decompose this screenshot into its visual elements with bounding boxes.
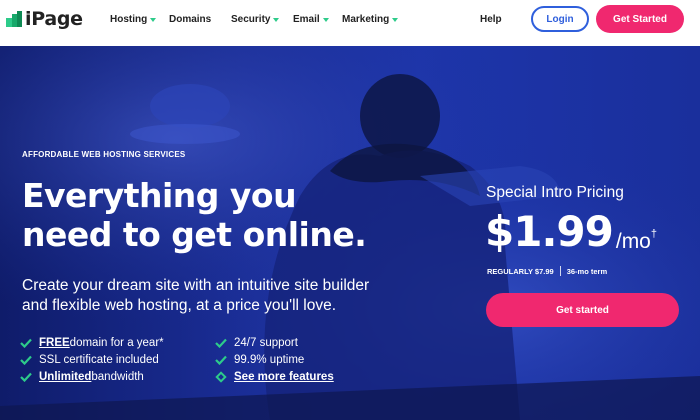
term-length: 36-mo term <box>566 266 608 276</box>
feature-text: bandwidth <box>91 371 144 383</box>
feature-text: domain for a year* <box>69 337 164 349</box>
subtext-line-2: and flexible web hosting, at a price you… <box>22 297 337 314</box>
checkmark-icon <box>215 338 227 348</box>
feature-strong: FREE <box>39 337 70 349</box>
price-dagger: † <box>650 228 657 240</box>
feature-text: SSL certificate included <box>39 354 159 366</box>
see-more-label: See more features <box>234 371 334 383</box>
subtext-line-1: Create your dream site with an intuitive… <box>22 277 370 294</box>
nav-email[interactable]: Email <box>293 14 329 25</box>
nav-security-label: Security <box>231 14 271 25</box>
headline-line-1: Everything you <box>22 176 297 215</box>
pricing-label: Special Intro Pricing <box>486 184 624 201</box>
feature-text: 24/7 support <box>234 337 298 349</box>
hero-subtext: Create your dream site with an intuitive… <box>22 276 442 316</box>
logo-text: iPage <box>25 8 83 30</box>
feature-item: FREE domain for a year* <box>20 335 164 351</box>
hero-headline: Everything you need to get online. <box>22 176 442 254</box>
price-amount: $1.99 <box>485 207 614 256</box>
nav-hosting[interactable]: Hosting <box>110 14 157 25</box>
features-list-left: FREE domain for a year* SSL certificate … <box>20 335 164 386</box>
checkmark-icon <box>20 338 32 348</box>
nav-marketing[interactable]: Marketing <box>342 14 399 25</box>
price-unit: /mo <box>615 230 651 253</box>
regular-price: REGULARLY $7.99 <box>487 266 554 276</box>
nav-security[interactable]: Security <box>231 14 280 25</box>
divider <box>559 266 561 276</box>
features-list-right: 24/7 support 99.9% uptime See more featu… <box>215 335 334 386</box>
checkmark-icon <box>20 355 32 365</box>
feature-item: 99.9% uptime <box>215 352 334 368</box>
get-started-button[interactable]: Get Started <box>596 5 684 33</box>
ipage-logo-icon <box>6 11 22 27</box>
chevron-down-icon <box>322 18 329 22</box>
feature-item: SSL certificate included <box>20 352 164 368</box>
nav-hosting-label: Hosting <box>110 14 148 25</box>
price-display: $1.99 /mo † <box>485 206 657 258</box>
nav-domains[interactable]: Domains <box>169 14 211 25</box>
hero-section: AFFORDABLE WEB HOSTING SERVICES Everythi… <box>0 46 700 420</box>
nav-help[interactable]: Help <box>480 14 502 25</box>
chevron-down-icon <box>392 18 399 22</box>
diamond-icon <box>215 371 227 383</box>
see-more-features-link[interactable]: See more features <box>215 369 334 385</box>
feature-item: Unlimited bandwidth <box>20 369 164 385</box>
headline-line-2: need to get online. <box>22 215 367 254</box>
top-navigation: iPage Hosting Domains Security Email Mar… <box>0 0 700 46</box>
feature-strong: Unlimited <box>39 371 92 383</box>
hero-eyebrow: AFFORDABLE WEB HOSTING SERVICES <box>22 150 186 159</box>
feature-item: 24/7 support <box>215 335 334 351</box>
checkmark-icon <box>215 355 227 365</box>
ipage-logo[interactable]: iPage <box>6 8 83 30</box>
hero-get-started-button[interactable]: Get started <box>486 293 679 327</box>
checkmark-icon <box>20 372 32 382</box>
feature-text: 99.9% uptime <box>234 354 305 366</box>
nav-domains-label: Domains <box>169 14 212 25</box>
nav-marketing-label: Marketing <box>342 14 390 25</box>
chevron-down-icon <box>273 18 280 22</box>
regular-price-note: REGULARLY $7.99 36-mo term <box>487 266 607 276</box>
nav-email-label: Email <box>293 14 320 25</box>
chevron-down-icon <box>150 18 157 22</box>
login-button[interactable]: Login <box>531 6 589 32</box>
